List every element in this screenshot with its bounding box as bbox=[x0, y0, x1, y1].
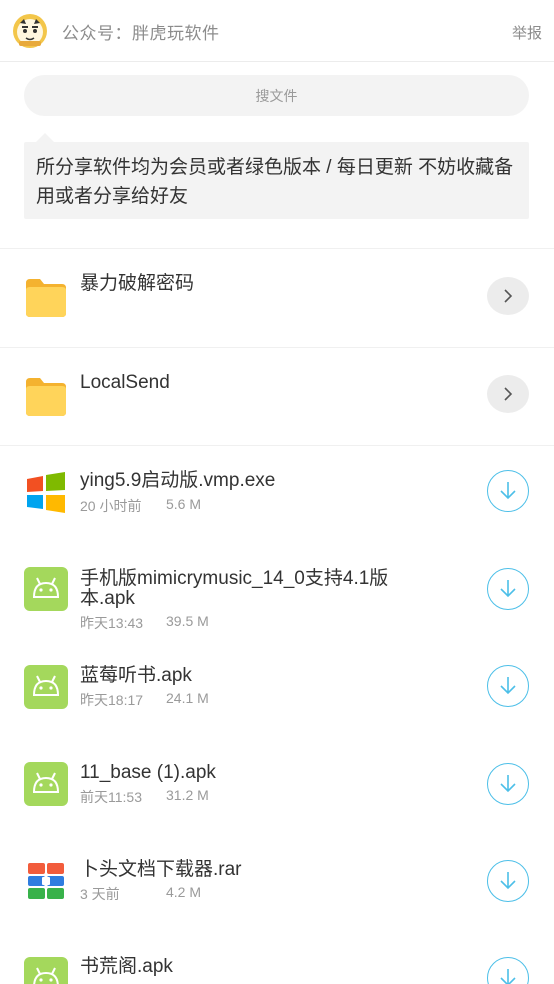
file-size: 31.2 M bbox=[166, 787, 209, 803]
download-icon bbox=[500, 580, 516, 598]
chevron-right-icon bbox=[504, 289, 513, 303]
file-row[interactable]: 11_base (1).apk 前天11:53 31.2 M bbox=[0, 737, 554, 834]
android-icon bbox=[24, 762, 68, 806]
android-icon bbox=[24, 665, 68, 709]
android-icon bbox=[24, 567, 68, 611]
account-title: 公众号：胖虎玩软件 bbox=[62, 24, 220, 43]
file-size: 4.2 M bbox=[166, 884, 202, 900]
file-row[interactable]: 手机版mimicrymusic_14_0支持4.1版本.apk 昨天13:43 … bbox=[0, 543, 554, 640]
folder-icon bbox=[26, 378, 66, 416]
download-icon bbox=[500, 482, 516, 500]
notice-box: 所分享软件均为会员或者绿色版本 / 每日更新 不妨收藏备用或者分享给好友 bbox=[24, 142, 529, 219]
file-time: 3 天前 bbox=[80, 886, 120, 902]
download-button[interactable] bbox=[487, 957, 529, 984]
file-row[interactable]: 书荒阁.apk bbox=[0, 931, 554, 984]
file-size: 39.5 M bbox=[166, 613, 209, 629]
folder-row[interactable]: LocalSend bbox=[0, 348, 554, 445]
file-row[interactable]: 卜头文档下载器.rar 3 天前 4.2 M bbox=[0, 834, 554, 931]
download-icon bbox=[500, 872, 516, 890]
file-name: 卜头文档下载器.rar bbox=[80, 859, 242, 880]
folder-name: 暴力破解密码 bbox=[80, 273, 195, 294]
file-name: 蓝莓听书.apk bbox=[80, 665, 192, 686]
download-button[interactable] bbox=[487, 860, 529, 902]
file-size: 5.6 M bbox=[166, 496, 202, 512]
file-name: 手机版mimicrymusic_14_0支持4.1版本.apk bbox=[80, 568, 389, 609]
report-link[interactable]: 举报 bbox=[512, 22, 542, 43]
download-button[interactable] bbox=[487, 470, 529, 512]
download-icon bbox=[500, 775, 516, 793]
file-row[interactable]: ying5.9启动版.vmp.exe 20 小时前 5.6 M bbox=[0, 446, 554, 543]
open-folder-button[interactable] bbox=[487, 277, 529, 315]
download-icon bbox=[500, 969, 516, 984]
file-name: 书荒阁.apk bbox=[80, 956, 173, 977]
download-button[interactable] bbox=[487, 665, 529, 707]
folder-name: LocalSend bbox=[80, 372, 170, 393]
chevron-right-icon bbox=[504, 387, 513, 401]
tiger-avatar-icon[interactable] bbox=[12, 13, 48, 49]
file-time: 20 小时前 bbox=[80, 498, 142, 514]
download-button[interactable] bbox=[487, 763, 529, 805]
open-folder-button[interactable] bbox=[487, 375, 529, 413]
file-time: 前天11:53 bbox=[80, 789, 142, 805]
folder-icon bbox=[26, 279, 66, 317]
android-icon bbox=[24, 957, 68, 984]
file-name: 11_base (1).apk bbox=[80, 762, 216, 783]
windows-icon bbox=[27, 472, 65, 513]
file-size: 24.1 M bbox=[166, 690, 209, 706]
download-button[interactable] bbox=[487, 568, 529, 610]
file-name: ying5.9启动版.vmp.exe bbox=[80, 470, 276, 491]
top-bar: 公众号：胖虎玩软件 举报 bbox=[0, 0, 554, 62]
file-time: 昨天13:43 bbox=[80, 615, 144, 631]
file-time: 昨天18:17 bbox=[80, 692, 144, 708]
notice-pointer bbox=[36, 133, 54, 142]
file-row[interactable]: 蓝莓听书.apk 昨天18:17 24.1 M bbox=[0, 640, 554, 737]
search-input[interactable]: 搜文件 bbox=[24, 75, 529, 116]
archive-icon bbox=[28, 863, 64, 899]
download-icon bbox=[500, 677, 516, 695]
folder-row[interactable]: 暴力破解密码 bbox=[0, 249, 554, 346]
